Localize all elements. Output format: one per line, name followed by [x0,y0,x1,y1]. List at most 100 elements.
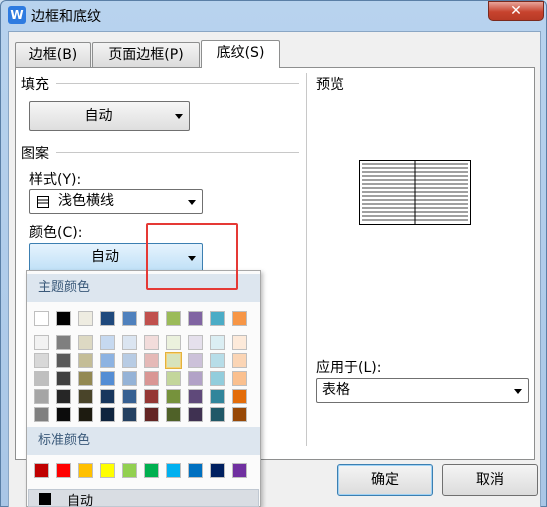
pattern-group-label: 图案 [21,146,49,162]
theme-shade-swatch[interactable] [188,371,203,386]
theme-shade-swatch[interactable] [78,407,93,422]
theme-shade-swatch[interactable] [122,353,137,368]
theme-color-swatch[interactable] [122,311,137,326]
theme-shade-swatch[interactable] [232,353,247,368]
apply-to-value: 表格 [322,382,350,398]
theme-shade-swatch[interactable] [56,371,71,386]
apply-to-dropdown[interactable]: 表格 [316,378,529,403]
theme-shade-swatch[interactable] [122,389,137,404]
ok-button[interactable]: 确定 [337,464,433,496]
shading-preview [359,160,471,225]
standard-color-swatch[interactable] [166,463,181,478]
tab-borders[interactable]: 边框(B) [15,42,91,67]
theme-shade-swatch[interactable] [144,353,159,368]
standard-color-swatch[interactable] [210,463,225,478]
tab-page-borders[interactable]: 页面边框(P) [92,42,200,67]
window-title: 边框和底纹 [31,9,101,25]
standard-color-swatch[interactable] [78,463,93,478]
auto-color-label: 自动 [67,494,94,507]
theme-shade-swatch[interactable] [34,371,49,386]
theme-shade-swatch[interactable] [122,407,137,422]
theme-shade-swatch[interactable] [232,407,247,422]
theme-color-swatch[interactable] [78,311,93,326]
standard-color-swatch[interactable] [122,463,137,478]
pattern-style-value: 浅色横线 [58,193,114,209]
theme-color-swatch[interactable] [34,311,49,326]
theme-shade-swatch[interactable] [122,371,137,386]
theme-shade-swatch[interactable] [188,353,203,368]
theme-shade-swatch[interactable] [34,389,49,404]
theme-shade-swatch[interactable] [100,371,115,386]
theme-shade-swatch[interactable] [34,353,49,368]
theme-shade-swatch[interactable] [210,389,225,404]
standard-color-swatch[interactable] [56,463,71,478]
title-bar[interactable]: W 边框和底纹 ✕ [1,1,546,31]
theme-shade-swatch[interactable] [166,371,181,386]
theme-shade-swatch[interactable] [188,335,203,350]
black-swatch-icon [39,493,51,505]
tab-shading[interactable]: 底纹(S) [201,40,280,68]
fill-color-value: 自动 [84,108,113,124]
standard-color-swatch[interactable] [188,463,203,478]
theme-shade-swatch[interactable] [56,389,71,404]
chevron-down-icon [175,114,183,119]
close-button[interactable]: ✕ [488,1,544,21]
theme-shade-swatch[interactable] [100,353,115,368]
fill-color-dropdown[interactable]: 自动 [29,101,190,131]
wps-app-icon: W [8,6,26,24]
standard-color-swatch[interactable] [100,463,115,478]
theme-shade-swatch[interactable] [188,407,203,422]
theme-shade-swatch[interactable] [100,407,115,422]
theme-shade-swatch[interactable] [34,335,49,350]
theme-shade-swatch[interactable] [144,371,159,386]
fill-divider [56,83,299,84]
theme-shade-swatch[interactable] [144,407,159,422]
theme-color-swatch[interactable] [210,311,225,326]
pattern-style-dropdown[interactable]: 浅色横线 [29,189,203,214]
theme-shade-swatch[interactable] [122,335,137,350]
theme-shade-swatch[interactable] [56,407,71,422]
theme-shade-swatch[interactable] [166,389,181,404]
theme-color-swatch[interactable] [232,311,247,326]
horizontal-lines-icon [37,196,49,208]
theme-shade-swatch[interactable] [232,335,247,350]
theme-shade-swatch[interactable] [210,353,225,368]
pattern-divider [56,152,299,153]
theme-shade-swatch[interactable] [166,335,181,350]
theme-shade-swatch[interactable] [56,353,71,368]
theme-color-swatch[interactable] [166,311,181,326]
standard-colors-header: 标准颜色 [27,427,260,455]
theme-shade-swatch[interactable] [210,407,225,422]
theme-shade-swatch[interactable] [78,353,93,368]
theme-shade-swatch[interactable] [232,371,247,386]
panel-separator [306,73,307,446]
theme-shade-swatch[interactable] [78,371,93,386]
theme-shade-swatch[interactable] [144,389,159,404]
color-palette-dropdown: 主题颜色 标准颜色 自动 [26,270,261,507]
theme-color-swatch[interactable] [100,311,115,326]
theme-shade-swatch[interactable] [78,389,93,404]
standard-color-swatch[interactable] [34,463,49,478]
theme-shade-swatch[interactable] [78,335,93,350]
color-label: 颜色(C): [29,225,83,241]
standard-color-swatch[interactable] [232,463,247,478]
theme-shade-swatch[interactable] [232,389,247,404]
theme-color-swatch[interactable] [188,311,203,326]
theme-shade-swatch[interactable] [100,335,115,350]
auto-color-option[interactable]: 自动 [28,489,259,507]
theme-shade-swatch[interactable] [210,371,225,386]
theme-shade-swatch[interactable] [100,389,115,404]
theme-color-swatch[interactable] [56,311,71,326]
theme-color-swatch[interactable] [144,311,159,326]
theme-shade-swatch[interactable] [166,407,181,422]
theme-shade-swatch[interactable] [210,335,225,350]
cancel-button[interactable]: 取消 [442,464,538,496]
theme-shade-swatch[interactable] [165,352,182,369]
standard-color-swatch[interactable] [144,463,159,478]
theme-shade-swatch[interactable] [188,389,203,404]
theme-shade-swatch[interactable] [56,335,71,350]
apply-to-label: 应用于(L): [316,360,382,376]
fill-group-label: 填充 [21,77,49,93]
theme-shade-swatch[interactable] [34,407,49,422]
theme-shade-swatch[interactable] [144,335,159,350]
